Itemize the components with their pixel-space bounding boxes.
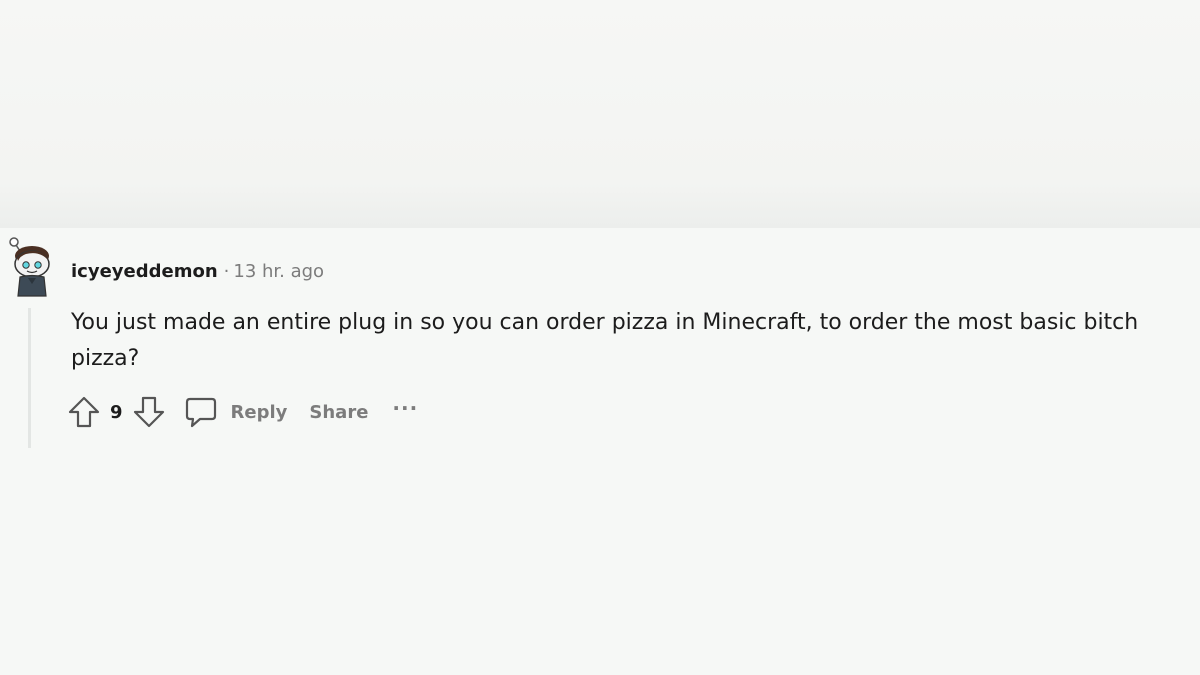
speech-bubble-icon (185, 397, 216, 428)
vote-score: 9 (110, 401, 123, 423)
reply-icon-button[interactable] (183, 394, 219, 430)
comment-body: You just made an entire plug in so you c… (71, 310, 1139, 371)
comment-timestamp[interactable]: 13 hr. ago (233, 261, 324, 282)
upvote-button[interactable] (66, 394, 102, 430)
downvote-button[interactable] (131, 394, 167, 430)
share-button[interactable]: Share (309, 402, 368, 423)
user-avatar[interactable] (6, 234, 54, 298)
thread-collapse-line[interactable] (28, 308, 31, 448)
meta-separator: · (223, 261, 230, 282)
reply-button[interactable]: Reply (231, 402, 288, 423)
downvote-arrow-icon (133, 396, 164, 428)
snoo-avatar-icon (9, 237, 50, 297)
comment-header: icyeyeddemon · 13 hr. ago (71, 261, 324, 282)
ellipsis-icon[interactable]: ··· (392, 398, 418, 426)
content-area-above (0, 0, 1200, 228)
comment: icyeyeddemon · 13 hr. ago You just made an… (0, 228, 1200, 675)
comment-action-bar: 9 Reply Share ··· (66, 392, 418, 432)
author-username[interactable]: icyeyeddemon (71, 261, 218, 282)
upvote-arrow-icon (68, 396, 100, 428)
comment-page: icyeyeddemon · 13 hr. ago You just made an… (0, 0, 1200, 675)
